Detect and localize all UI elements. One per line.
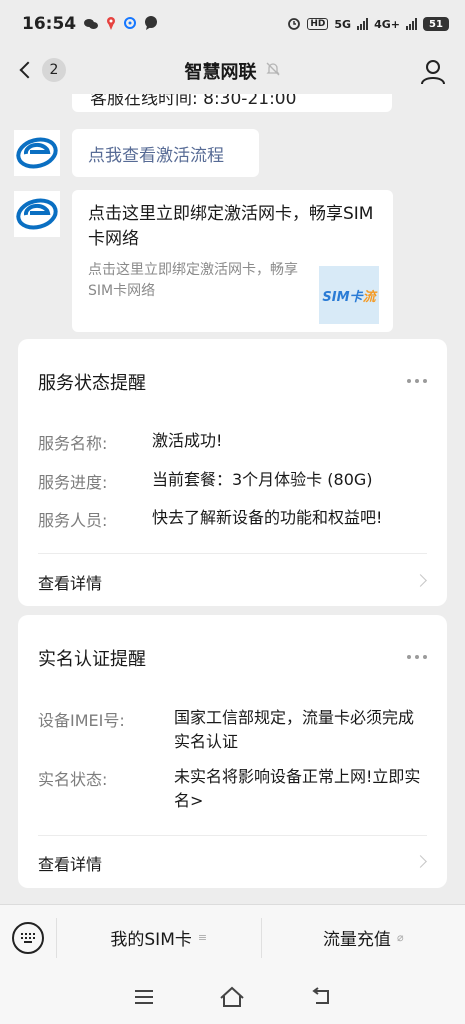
chat-title: 智慧网联 [184,62,257,83]
view-details-link[interactable]: 查看详情 [38,570,102,594]
chevron-right-icon [414,574,427,587]
menu-data-recharge-label: 流量充值 [322,930,391,950]
signal-icon [357,18,369,30]
service-progress-value: 当前套餐：3个月体验卡 (80G) [152,470,373,489]
imei-value: 国家工信部规定，流量卡必须完成实名认证 [174,708,415,751]
bind-card-message[interactable]: 点击这里立即绑定激活网卡，畅享SIM卡网络 点击这里立即绑定激活网卡，畅享SIM… [72,190,393,332]
realname-title: 实名认证提醒 [38,649,146,670]
home-button[interactable] [219,984,245,1010]
service-staff-value: 快去了解新设备的功能和权益吧! [152,508,383,527]
chevron-left-icon [19,61,37,79]
service-progress-label: 服务进度: [38,473,108,492]
back-arrow-icon [312,987,329,1004]
card-subtitle: 点击这里立即绑定激活网卡，畅享SIM卡网络 [88,262,298,299]
thumbnail-text-accent: 流 [362,289,376,305]
divider [38,553,427,554]
network-4g-label: 4G+ [374,17,400,31]
location-notification-icon [106,15,116,34]
status-time: 16:54 [22,14,77,34]
chat-area[interactable]: 客服在线时间: 8:30-21:00 点我查看激活流程 点击这里立即绑定激活网卡… [0,94,465,904]
battery-indicator: 51 [423,17,449,31]
status-bar: 16:54 HD 5G 4G+ 51 [0,0,465,48]
submenu-icon: ≡ [197,931,208,944]
realname-status-value[interactable]: 未实名将影响设备正常上网!立即实名> [174,765,428,813]
link-icon: ⌀ [396,931,404,944]
message-notification-icon [144,15,158,34]
sim-card-thumbnail: SIM卡流 [319,266,379,324]
alarm-icon [287,16,301,33]
system-navigation-bar [0,970,465,1024]
service-staff-label: 服务人员: [38,511,108,530]
signal-icon-2 [406,18,417,30]
brand-logo-icon [14,191,60,237]
menu-my-sim-card-label: 我的SIM卡 [110,930,192,950]
message-bubble-partial: 客服在线时间: 8:30-21:00 [72,94,392,112]
hd-icon: HD [307,18,329,30]
menu-lines-icon [135,990,154,1004]
divider [38,835,427,836]
message-bubble-link[interactable]: 点我查看激活流程 [72,129,259,177]
network-5g-label: 5G [334,17,352,31]
wechat-notification-icon [84,15,99,34]
menu-my-sim-card[interactable]: 我的SIM卡 ≡ [57,905,261,971]
back-nav-button[interactable] [308,984,334,1010]
realname-auth-card[interactable]: 实名认证提醒 设备IMEI号: 国家工信部规定，流量卡必须完成实名认证 实名状态… [18,615,447,888]
service-name-label: 服务名称: [38,434,108,453]
card-title: 点击这里立即绑定激活网卡，畅享SIM卡网络 [88,204,374,249]
view-details-link-2[interactable]: 查看详情 [38,851,102,875]
brand-logo-icon [14,130,60,176]
more-options-icon[interactable] [407,655,427,659]
more-options-icon[interactable] [407,379,427,383]
service-name-value: 激活成功! [152,431,223,450]
imei-label: 设备IMEI号: [38,711,125,730]
chat-header: 2 智慧网联 [0,48,465,94]
menu-data-recharge[interactable]: 流量充值 ⌀ [262,905,465,971]
official-account-avatar[interactable] [14,130,60,176]
alipay-notification-icon [124,15,137,34]
official-account-avatar-2[interactable] [14,191,60,237]
unread-count-badge: 2 [42,58,66,82]
chevron-right-icon [414,855,427,868]
back-button[interactable]: 2 [16,58,66,82]
person-icon [421,60,445,85]
keyboard-icon [12,921,44,954]
thumbnail-text: SIM卡 [322,289,363,305]
activation-flow-link[interactable]: 点我查看激活流程 [88,141,224,166]
home-icon [220,986,245,1007]
official-account-menu: 我的SIM卡 ≡ 流量充值 ⌀ [0,904,465,970]
service-status-card[interactable]: 服务状态提醒 服务名称: 激活成功! 服务进度: 当前套餐：3个月体验卡 (80… [18,339,447,606]
recent-apps-button[interactable] [131,984,157,1010]
keyboard-toggle-button[interactable] [0,905,56,971]
mute-bell-icon [265,61,281,82]
service-status-title: 服务状态提醒 [38,373,146,394]
profile-button[interactable] [419,58,447,86]
message-text-partial: 客服在线时间: 8:30-21:00 [90,94,297,109]
realname-status-label: 实名状态: [38,770,108,789]
